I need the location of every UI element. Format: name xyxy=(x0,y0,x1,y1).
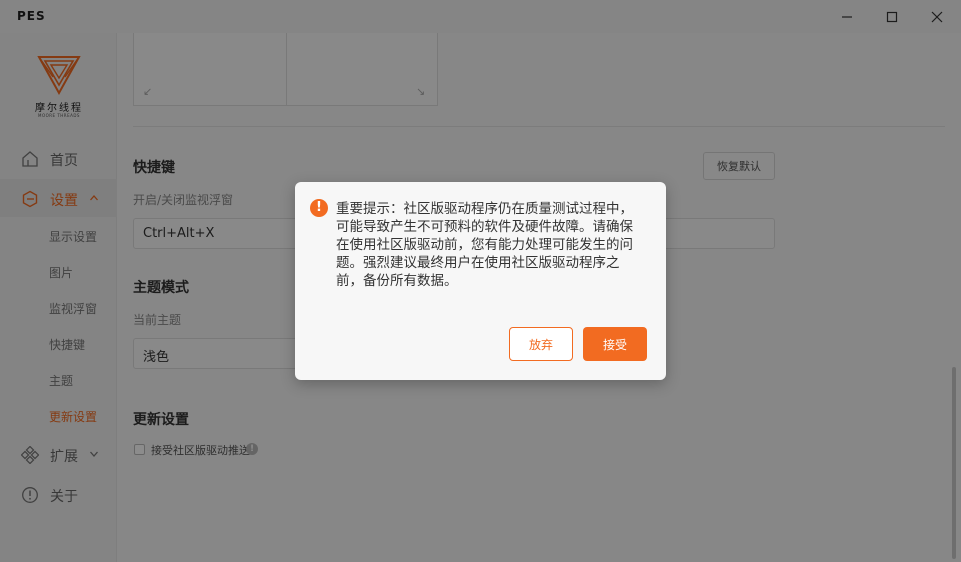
warning-icon: ! xyxy=(310,199,328,217)
accept-button[interactable]: 接受 xyxy=(583,327,647,361)
discard-button[interactable]: 放弃 xyxy=(509,327,573,361)
app-window: PES 摩尔线程 MOORE THREADS 首页 设置 显示设置 图片 监视浮… xyxy=(0,0,961,562)
dialog-message: 重要提示：社区版驱动程序仍在质量测试过程中，可能导致产生不可预料的软件及硬件故障… xyxy=(336,201,633,289)
warning-dialog: ! 重要提示：社区版驱动程序仍在质量测试过程中，可能导致产生不可预料的软件及硬件… xyxy=(295,182,666,380)
